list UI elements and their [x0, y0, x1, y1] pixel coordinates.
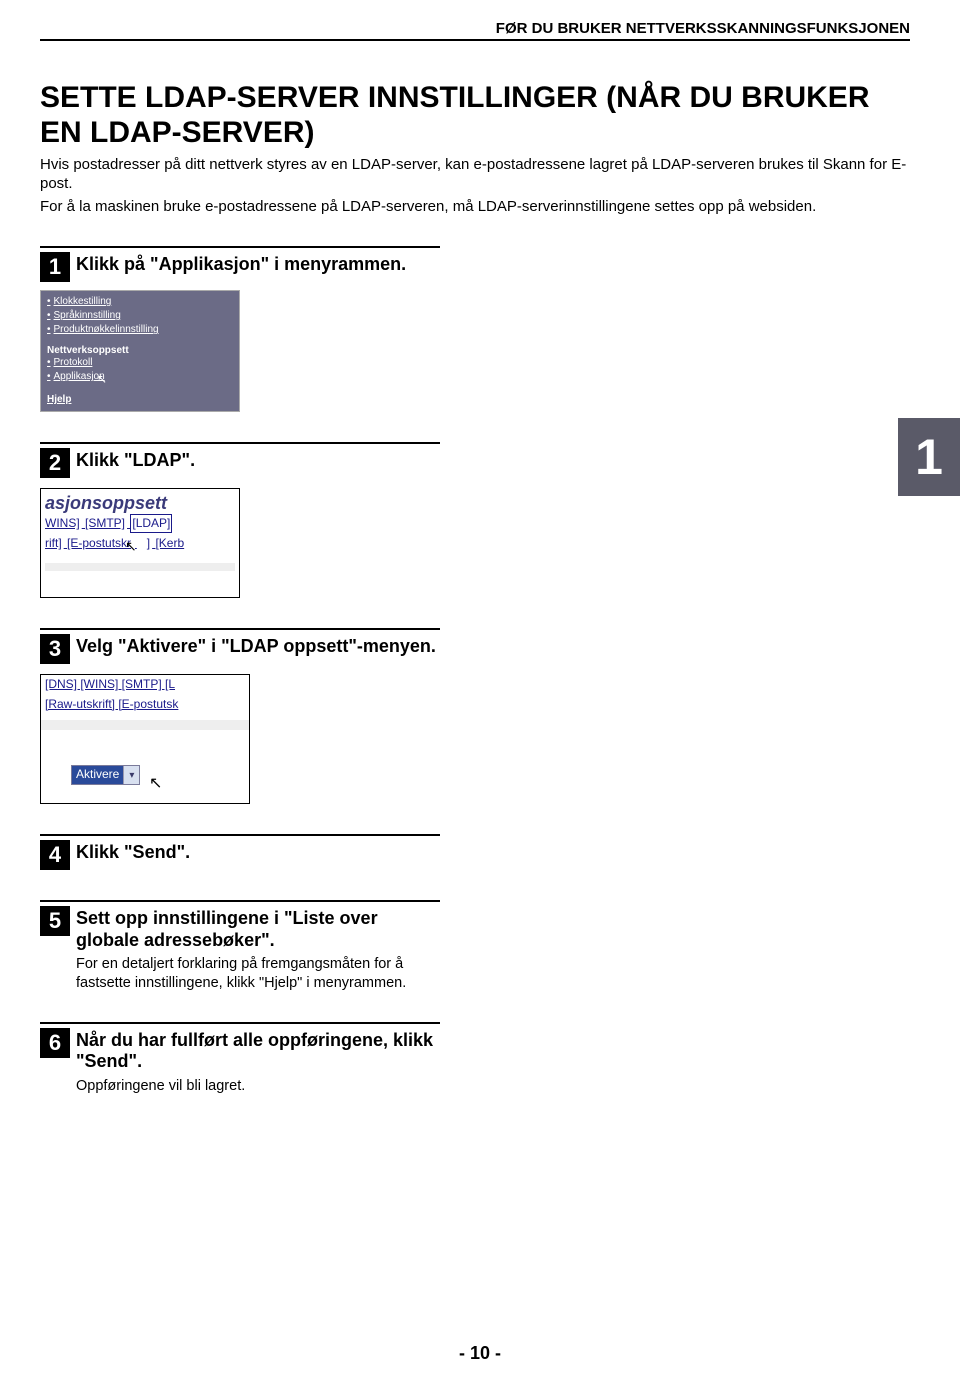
tab-link[interactable]: [Kerb	[155, 536, 184, 550]
intro-para-2: For å la maskinen bruke e-postadressene …	[40, 198, 910, 217]
menu-item[interactable]: •Språkinnstilling	[47, 309, 233, 323]
tab-link-ldap[interactable]: [LDAP]	[130, 514, 172, 533]
menu-item[interactable]: •Produktnøkkelinnstilling	[47, 323, 233, 337]
menu-help[interactable]: Hjelp	[47, 394, 233, 405]
menu-item[interactable]: •Protokoll	[47, 356, 233, 370]
tab-link[interactable]: rift]	[45, 536, 62, 550]
step-subtext: Oppføringene vil bli lagret.	[76, 1077, 440, 1095]
step-title: Velg "Aktivere" i "LDAP oppsett"-menyen.	[76, 634, 436, 658]
step-6: 6 Når du har fullført alle oppføringene,…	[40, 1022, 440, 1095]
step-title: Klikk "LDAP".	[76, 448, 195, 472]
tab-links-row: [DNS] [WINS] [SMTP] [L	[41, 675, 249, 695]
menu-item[interactable]: •Klokkestilling	[47, 295, 233, 309]
step-2: 2 Klikk "LDAP". asjonsoppsett WINS] [SMT…	[40, 442, 440, 598]
step-5: 5 Sett opp innstillingene i "Liste over …	[40, 900, 440, 991]
screenshot-menu: •Klokkestilling •Språkinnstilling •Produ…	[40, 290, 240, 412]
menu-item-applikasjon[interactable]: •Applikasjon↖	[47, 370, 233, 384]
screenshot-tabs: asjonsoppsett WINS] [SMTP] [LDAP] rift] …	[40, 488, 240, 598]
menu-section: Nettverksoppsett	[47, 345, 233, 356]
step-number: 1	[40, 252, 70, 282]
page-number: - 10 -	[0, 1343, 960, 1364]
chevron-down-icon[interactable]: ▾	[123, 766, 139, 784]
step-title: Når du har fullført alle oppføringene, k…	[76, 1028, 440, 1073]
panel-title: asjonsoppsett	[45, 493, 235, 514]
dropdown-selected: Aktivere	[72, 766, 123, 784]
step-title: Klikk på "Applikasjon" i menyrammen.	[76, 252, 406, 276]
intro-para-1: Hvis postadresser på ditt nettverk styre…	[40, 156, 910, 194]
cursor-icon: ↖	[125, 538, 137, 554]
step-number: 5	[40, 906, 70, 936]
screenshot-dropdown: [DNS] [WINS] [SMTP] [L [Raw-utskrift] [E…	[40, 674, 250, 804]
step-1: 1 Klikk på "Applikasjon" i menyrammen. •…	[40, 246, 440, 412]
cursor-icon: ↖	[149, 773, 162, 793]
tab-links-row: [Raw-utskrift] [E-postutsk	[41, 695, 249, 715]
tab-link[interactable]: [E-postutskr	[67, 536, 131, 550]
step-number: 2	[40, 448, 70, 478]
tab-link[interactable]: WINS]	[45, 516, 80, 530]
step-number: 4	[40, 840, 70, 870]
step-number: 3	[40, 634, 70, 664]
step-3: 3 Velg "Aktivere" i "LDAP oppsett"-menye…	[40, 628, 440, 804]
step-title: Klikk "Send".	[76, 840, 190, 864]
chapter-tab: 1	[898, 418, 960, 496]
cursor-icon: ↖	[97, 371, 107, 388]
step-title: Sett opp innstillingene i "Liste over gl…	[76, 906, 440, 951]
ldap-dropdown[interactable]: Aktivere ▾	[71, 765, 140, 785]
tab-link[interactable]: [SMTP]	[85, 516, 125, 530]
running-header: FØR DU BRUKER NETTVERKSSKANNINGSFUNKSJON…	[40, 20, 910, 41]
step-4: 4 Klikk "Send".	[40, 834, 440, 870]
step-subtext: For en detaljert forklaring på fremgangs…	[76, 955, 440, 991]
page-title: SETTE LDAP-SERVER INNSTILLINGER (NÅR DU …	[40, 81, 910, 150]
step-number: 6	[40, 1028, 70, 1058]
